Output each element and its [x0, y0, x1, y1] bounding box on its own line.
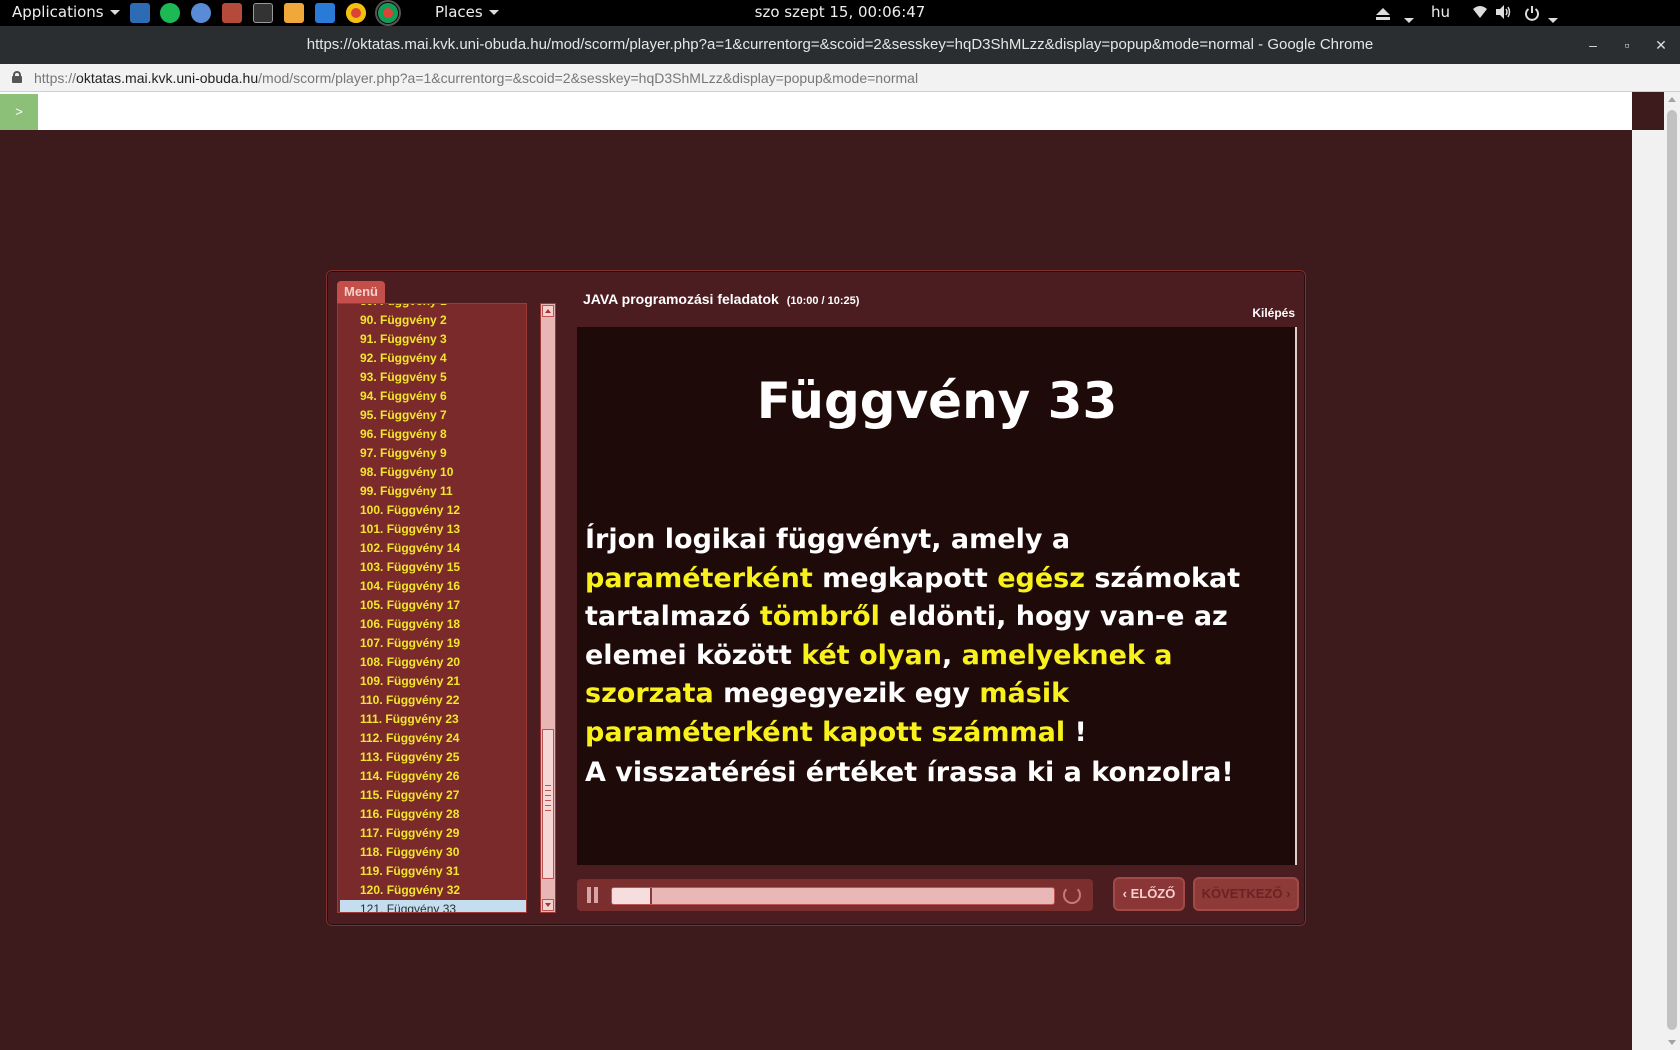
window-titlebar: https://oktatas.mai.kvk.uni-obuda.hu/mod…	[0, 26, 1680, 64]
slide-text: megkapott	[812, 562, 998, 594]
menu-item[interactable]: 104. Függvény 16	[338, 577, 526, 596]
slide: Függvény 33 Írjon logikai függvényt, ame…	[577, 327, 1297, 865]
scrollbar-thumb[interactable]	[1667, 110, 1677, 1030]
menu-item[interactable]: 120. Függvény 32	[338, 881, 526, 900]
menu-item[interactable]: 105. Függvény 17	[338, 596, 526, 615]
chevron-right-icon: ›	[1282, 886, 1291, 901]
menu-item[interactable]: 101. Függvény 13	[338, 520, 526, 539]
menu-item[interactable]: 109. Függvény 21	[338, 672, 526, 691]
menu-item[interactable]: 92. Függvény 4	[338, 349, 526, 368]
menu-tab[interactable]: Menü	[337, 281, 385, 303]
progress-bar[interactable]	[611, 887, 1055, 905]
scroll-up-icon[interactable]	[1668, 97, 1676, 102]
menu-item[interactable]: 110. Függvény 22	[338, 691, 526, 710]
menu-item[interactable]: 116. Függvény 28	[338, 805, 526, 824]
course-time: (10:00 / 10:25)	[786, 295, 860, 307]
eject-icon[interactable]	[1376, 6, 1390, 20]
menu-item[interactable]: 106. Függvény 18	[338, 615, 526, 634]
menu-item[interactable]: 108. Függvény 20	[338, 653, 526, 672]
menu-item[interactable]: 99. Függvény 11	[338, 482, 526, 501]
menu-item[interactable]: 121. Függvény 33	[340, 900, 526, 912]
menu-scroll-up-button[interactable]	[542, 305, 554, 317]
previous-label: ELŐZŐ	[1130, 886, 1176, 901]
menu-item[interactable]: 102. Függvény 14	[338, 539, 526, 558]
slide-footer: A visszatérési értéket írassa ki a konzo…	[585, 757, 1234, 788]
window-title: https://oktatas.mai.kvk.uni-obuda.hu/mod…	[306, 36, 1374, 53]
menu-item[interactable]: 90. Függvény 2	[338, 311, 526, 330]
menu-item[interactable]: 107. Függvény 19	[338, 634, 526, 653]
progress-fill	[612, 888, 652, 904]
menu-item[interactable]: 97. Függvény 9	[338, 444, 526, 463]
menu-scroll-down-button[interactable]	[542, 899, 554, 911]
menu-item[interactable]: 94. Függvény 6	[338, 387, 526, 406]
menu-item[interactable]: 89. Függvény 1	[338, 304, 526, 311]
keyboard-layout-label: hu	[1430, 3, 1450, 21]
toc-toggle-button[interactable]: >	[0, 94, 38, 130]
page-header-strip: >	[0, 92, 1632, 130]
menu-item[interactable]: 91. Függvény 3	[338, 330, 526, 349]
menu-item[interactable]: 93. Függvény 5	[338, 368, 526, 387]
pause-button[interactable]	[587, 887, 599, 903]
slide-highlight-text: egész	[997, 562, 1085, 594]
wifi-icon[interactable]	[1472, 5, 1488, 19]
course-title-text: JAVA programozási feladatok	[583, 291, 779, 307]
next-button[interactable]: KÖVETKEZŐ ›	[1193, 877, 1299, 911]
menu-item[interactable]: 103. Függvény 15	[338, 558, 526, 577]
chevron-left-icon: ‹	[1122, 886, 1131, 901]
slide-highlight-text: tömbről	[759, 601, 880, 632]
maximize-button[interactable]: ▫	[1616, 34, 1638, 56]
menu-list: 89. Függvény 190. Függvény 291. Függvény…	[338, 304, 526, 912]
menu-item[interactable]: 96. Függvény 8	[338, 425, 526, 444]
menu-item[interactable]: 100. Függvény 12	[338, 501, 526, 520]
slide-text: Írjon logikai függvényt, amely a	[585, 524, 1071, 555]
exit-link[interactable]: Kilépés	[1252, 306, 1295, 320]
menu-scrollbar[interactable]	[540, 303, 556, 913]
page-right-gutter	[1632, 130, 1664, 1050]
url-host: oktatas.mai.kvk.uni-obuda.hu	[76, 70, 259, 86]
system-top-bar: Applications Places szo szept 15, 00:06:…	[0, 0, 1680, 33]
menu-item[interactable]: 113. Függvény 25	[338, 748, 526, 767]
previous-button[interactable]: ‹ ELŐZŐ	[1113, 877, 1185, 911]
playback-controls	[577, 879, 1093, 911]
scroll-down-icon[interactable]	[1668, 1040, 1676, 1045]
slide-text: !	[1065, 716, 1087, 748]
menu-item[interactable]: 117. Függvény 29	[338, 824, 526, 843]
slide-highlight-text: paraméterként	[585, 562, 813, 594]
page-scrollbar[interactable]	[1664, 92, 1680, 1050]
menu-item[interactable]: 114. Függvény 26	[338, 767, 526, 786]
menu-item[interactable]: 118. Függvény 30	[338, 843, 526, 862]
menu-item[interactable]: 119. Függvény 31	[338, 862, 526, 881]
slide-body: Írjon logikai függvényt, amely a paramét…	[585, 521, 1291, 752]
address-bar[interactable]: https://oktatas.mai.kvk.uni-obuda.hu/mod…	[0, 64, 1680, 92]
menu-panel: 89. Függvény 190. Függvény 291. Függvény…	[337, 303, 527, 913]
clock[interactable]: szo szept 15, 00:06:47	[0, 3, 1680, 21]
menu-item[interactable]: 112. Függvény 24	[338, 729, 526, 748]
next-label: KÖVETKEZŐ	[1201, 886, 1283, 901]
volume-icon[interactable]	[1496, 5, 1512, 19]
url-path: /mod/scorm/player.php?a=1&currentorg=&sc…	[258, 70, 919, 86]
slide-highlight-text: két olyan	[801, 639, 942, 671]
minimize-button[interactable]: –	[1582, 34, 1604, 56]
url-text[interactable]: https://oktatas.mai.kvk.uni-obuda.hu/mod…	[34, 70, 918, 86]
menu-item[interactable]: 98. Függvény 10	[338, 463, 526, 482]
replay-icon[interactable]	[1063, 886, 1081, 904]
menu-item[interactable]: 111. Függvény 23	[338, 710, 526, 729]
power-icon[interactable]	[1524, 5, 1540, 21]
scorm-player: Menü 89. Függvény 190. Függvény 291. Füg…	[326, 270, 1306, 926]
slide-text: ,	[941, 639, 962, 671]
course-title: JAVA programozási feladatok (10:00 / 10:…	[583, 291, 859, 307]
slide-text: megegyezik egy	[713, 678, 980, 709]
menu-item[interactable]: 95. Függvény 7	[338, 406, 526, 425]
lock-icon[interactable]	[12, 71, 22, 83]
slide-title: Függvény 33	[756, 372, 1118, 430]
menu-scroll-thumb[interactable]	[542, 729, 554, 879]
url-scheme: https://	[34, 70, 77, 86]
page-content: > Menü 89. Függvény 190. Függvény 291. F…	[0, 92, 1680, 1050]
close-button[interactable]: ✕	[1650, 34, 1672, 56]
menu-item[interactable]: 115. Függvény 27	[338, 786, 526, 805]
